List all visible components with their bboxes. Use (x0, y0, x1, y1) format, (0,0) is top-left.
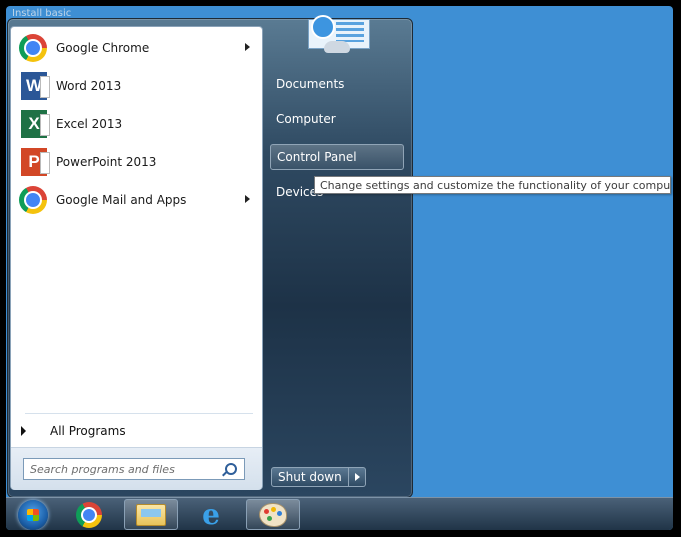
windows-orb-icon (18, 499, 48, 530)
taskbar-paint[interactable] (246, 499, 300, 530)
start-menu: Google Chrome W Word 2013 X Excel 2013 P… (7, 15, 413, 498)
submenu-arrow-icon[interactable] (245, 195, 250, 203)
programs-pane: Google Chrome W Word 2013 X Excel 2013 P… (10, 26, 263, 490)
program-item-excel[interactable]: X Excel 2013 (15, 107, 258, 141)
taskbar: e (6, 497, 673, 530)
powerpoint-icon: P (18, 147, 50, 177)
search-area (11, 447, 262, 490)
program-label: Google Chrome (56, 41, 150, 55)
ie-icon: e (202, 497, 220, 530)
shutdown-button[interactable]: Shut down (271, 467, 349, 487)
taskbar-internet-explorer[interactable]: e (184, 499, 238, 530)
paint-icon (259, 502, 287, 527)
control-panel-icon (308, 15, 370, 53)
control-panel-tooltip: Change settings and customize the functi… (314, 176, 671, 194)
chrome-icon (18, 185, 48, 215)
program-item-word[interactable]: W Word 2013 (15, 69, 258, 103)
search-input[interactable] (28, 461, 222, 477)
program-item-google-chrome[interactable]: Google Chrome (15, 31, 258, 65)
program-item-powerpoint[interactable]: P PowerPoint 2013 (15, 145, 258, 179)
taskbar-chrome[interactable] (62, 499, 116, 530)
link-computer[interactable]: Computer (270, 107, 404, 131)
submenu-arrow-icon[interactable] (245, 43, 250, 51)
program-label: Word 2013 (56, 79, 122, 93)
shutdown-options-arrow-icon[interactable] (348, 467, 366, 487)
link-documents[interactable]: Documents (270, 72, 404, 96)
program-label: Excel 2013 (56, 117, 123, 131)
search-icon[interactable] (225, 463, 237, 475)
expand-arrow-icon (21, 426, 26, 436)
screen-frame: Install basic Google Chrome W Word 2013 … (6, 6, 673, 530)
program-label: Google Mail and Apps (56, 193, 187, 207)
chrome-icon (76, 501, 102, 528)
taskbar-explorer[interactable] (124, 499, 178, 530)
chrome-icon (18, 33, 48, 63)
program-item-google-mail[interactable]: Google Mail and Apps (15, 183, 258, 217)
shutdown-group: Shut down (271, 467, 366, 487)
start-button[interactable] (6, 499, 60, 530)
link-control-panel[interactable]: Control Panel (270, 144, 404, 170)
search-box[interactable] (23, 458, 245, 480)
folder-icon (136, 503, 166, 526)
excel-icon: X (18, 109, 50, 139)
divider (25, 413, 253, 414)
program-label: PowerPoint 2013 (56, 155, 157, 169)
all-programs-button[interactable]: All Programs (21, 421, 126, 441)
word-icon: W (18, 71, 50, 101)
all-programs-label: All Programs (50, 424, 126, 438)
